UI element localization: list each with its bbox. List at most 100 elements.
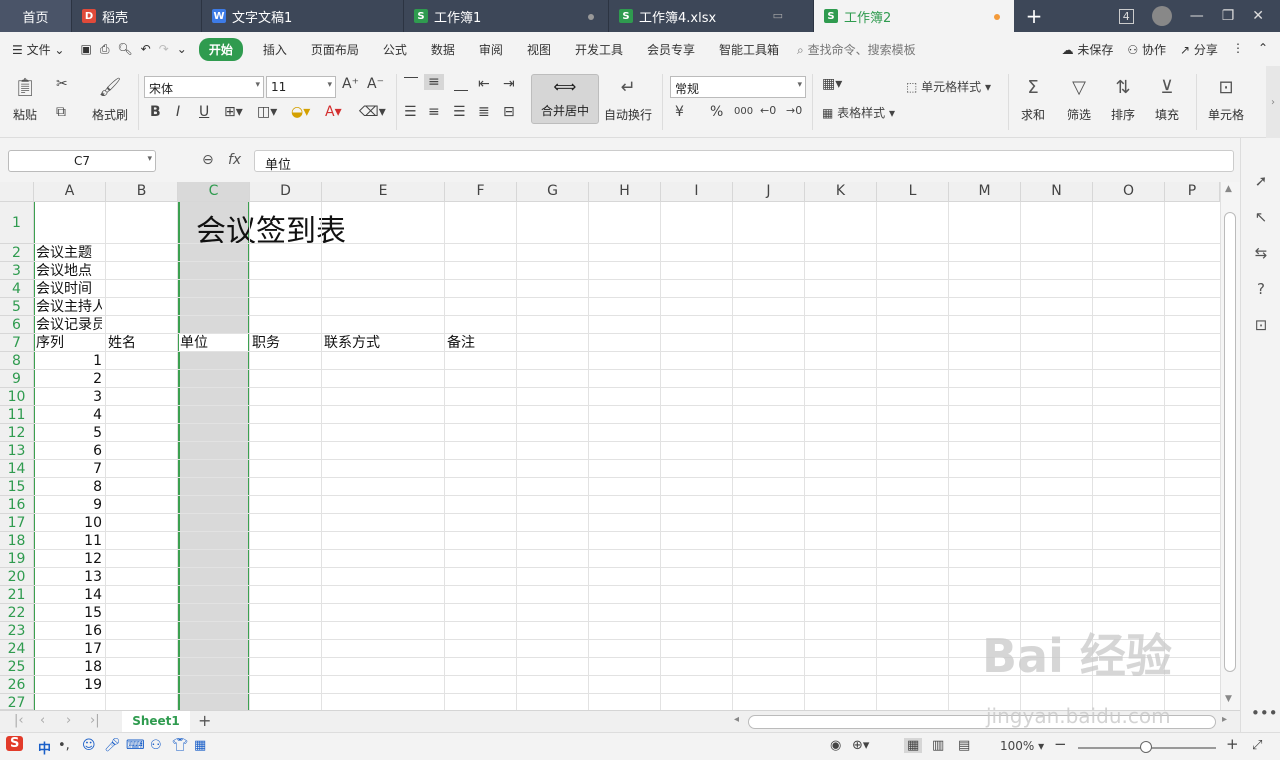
redo-icon[interactable]: ↷ <box>155 42 173 56</box>
cell-a25[interactable]: 18 <box>36 658 102 676</box>
align-left-icon[interactable]: ☰ <box>404 104 417 120</box>
cell-a21[interactable]: 14 <box>36 586 102 604</box>
row-header-3[interactable]: 3 <box>0 262 34 280</box>
row-header-21[interactable]: 21 <box>0 586 34 604</box>
undo-icon[interactable]: ↶ <box>137 42 155 56</box>
column-header-h[interactable]: H <box>589 182 661 202</box>
vertical-scrollbar[interactable]: ▲ ▼ <box>1220 182 1240 710</box>
row-header-7[interactable]: 7 <box>0 334 34 352</box>
row-header-2[interactable]: 2 <box>0 244 34 262</box>
new-tab-button[interactable]: + <box>1014 0 1054 32</box>
row-header-15[interactable]: 15 <box>0 478 34 496</box>
row-header-16[interactable]: 16 <box>0 496 34 514</box>
scroll-down-icon[interactable]: ▼ <box>1225 694 1232 704</box>
cell-a16[interactable]: 9 <box>36 496 102 514</box>
column-header-i[interactable]: I <box>661 182 733 202</box>
tab-workbook1[interactable]: S 工作簿1 <box>404 0 609 32</box>
cell-style-button[interactable]: ⬚ 单元格样式 ▾ <box>906 78 991 95</box>
command-search[interactable]: ⌕ 查找命令、搜索模板 <box>797 41 916 58</box>
cell-a23[interactable]: 16 <box>36 622 102 640</box>
save-icon[interactable]: ▣ <box>76 42 95 56</box>
row-header-13[interactable]: 13 <box>0 442 34 460</box>
indent-decrease-icon[interactable]: ⇤ <box>478 76 490 92</box>
name-box[interactable]: C7 <box>8 150 156 172</box>
row-header-27[interactable]: 27 <box>0 694 34 710</box>
row-header-18[interactable]: 18 <box>0 532 34 550</box>
increase-font-icon[interactable]: A⁺ <box>342 76 359 92</box>
row-header-11[interactable]: 11 <box>0 406 34 424</box>
minimize-icon[interactable]: — <box>1190 8 1204 24</box>
cell-a7[interactable]: 序列 <box>36 334 102 352</box>
fx-icon[interactable]: fx <box>228 152 241 168</box>
column-header-n[interactable]: N <box>1021 182 1093 202</box>
zoom-search-icon[interactable]: ⊖ <box>202 152 214 168</box>
menu-view[interactable]: 视图 <box>515 41 563 58</box>
ribbon-scroll-right[interactable]: › <box>1266 66 1280 138</box>
table-style-button[interactable]: ▦ 表格样式 ▾ <box>822 104 895 121</box>
pointer-icon[interactable]: ↖ <box>1251 208 1271 228</box>
more-options-icon[interactable]: ••• <box>1251 704 1278 724</box>
row-header-19[interactable]: 19 <box>0 550 34 568</box>
row-header-12[interactable]: 12 <box>0 424 34 442</box>
restore-icon[interactable]: ❐ <box>1222 8 1235 24</box>
thousands-button[interactable]: 000 <box>734 106 753 117</box>
filter-button[interactable]: ▽ 筛选 <box>1066 74 1092 123</box>
keyboard-icon[interactable]: ⌨ <box>126 738 145 753</box>
tab-workbook4[interactable]: S 工作簿4.xlsx ▭ <box>609 0 814 32</box>
tab-workbook2[interactable]: S 工作簿2 <box>814 0 1014 32</box>
zoom-out-button[interactable]: − <box>1054 735 1067 753</box>
sum-button[interactable]: Σ 求和 <box>1020 74 1046 123</box>
scroll-left-icon[interactable]: ◂ <box>734 714 739 725</box>
menu-review[interactable]: 审阅 <box>467 41 515 58</box>
print-icon[interactable]: ⎙ <box>96 42 114 57</box>
add-sheet-button[interactable]: + <box>198 711 211 730</box>
zoom-slider-handle[interactable] <box>1140 741 1152 753</box>
column-header-k[interactable]: K <box>805 182 877 202</box>
conditional-format-icon[interactable]: ▦▾ <box>822 76 842 92</box>
border-icon[interactable]: ⊞▾ <box>224 104 243 120</box>
lang-icon[interactable]: ⊕▾ <box>852 738 869 753</box>
cell-d7[interactable]: 职务 <box>252 334 318 352</box>
cell-button[interactable]: ⊡ 单元格 <box>1208 74 1244 123</box>
next-sheet-icon[interactable]: › <box>66 713 71 728</box>
cell-a6[interactable]: 会议记录员 <box>36 316 102 334</box>
menu-member[interactable]: 会员专享 <box>635 41 707 58</box>
emoji-icon[interactable]: ☺ <box>82 738 96 753</box>
number-format-select[interactable]: 常规 <box>670 76 806 98</box>
cell-a3[interactable]: 会议地点 <box>36 262 102 280</box>
row-header-22[interactable]: 22 <box>0 604 34 622</box>
print-preview-icon[interactable]: 🔍︎ <box>113 42 136 56</box>
file-menu[interactable]: ☰ 文件 ⌄ <box>0 41 76 58</box>
decrease-font-icon[interactable]: A⁻ <box>367 76 384 92</box>
select-all-corner[interactable] <box>0 182 34 202</box>
cell-a12[interactable]: 5 <box>36 424 102 442</box>
row-header-6[interactable]: 6 <box>0 316 34 334</box>
menu-formula[interactable]: 公式 <box>371 41 419 58</box>
tab-home[interactable]: 首页 <box>0 0 72 32</box>
scroll-right-icon[interactable]: ▸ <box>1222 714 1227 725</box>
column-header-f[interactable]: F <box>445 182 517 202</box>
more-icon[interactable]: ⋮ <box>1232 41 1244 58</box>
row-header-4[interactable]: 4 <box>0 280 34 298</box>
align-right-icon[interactable]: ☰ <box>453 104 466 120</box>
customize-icon[interactable]: ⌄ <box>173 42 191 56</box>
rocket-icon[interactable]: ➚ <box>1251 172 1271 192</box>
page-break-view-icon[interactable]: ▤ <box>958 738 970 753</box>
zoom-level[interactable]: 100% ▾ <box>1000 739 1044 753</box>
copy-icon[interactable]: ⧉ <box>56 104 66 120</box>
column-header-j[interactable]: J <box>733 182 805 202</box>
page-layout-view-icon[interactable]: ▥ <box>932 738 944 753</box>
sheet-tab-sheet1[interactable]: Sheet1 <box>122 711 190 733</box>
cell-a13[interactable]: 6 <box>36 442 102 460</box>
column-header-b[interactable]: B <box>106 182 178 202</box>
decrease-decimal-icon[interactable]: →0 <box>786 104 802 117</box>
ime-mode[interactable]: 中 <box>38 738 51 757</box>
cell-f7[interactable]: 备注 <box>447 334 513 352</box>
row-header-20[interactable]: 20 <box>0 568 34 586</box>
row-header-17[interactable]: 17 <box>0 514 34 532</box>
row-header-9[interactable]: 9 <box>0 370 34 388</box>
skin-icon[interactable]: 👕︎ <box>172 738 189 753</box>
cell-a14[interactable]: 7 <box>36 460 102 478</box>
cell-a11[interactable]: 4 <box>36 406 102 424</box>
column-header-o[interactable]: O <box>1093 182 1165 202</box>
